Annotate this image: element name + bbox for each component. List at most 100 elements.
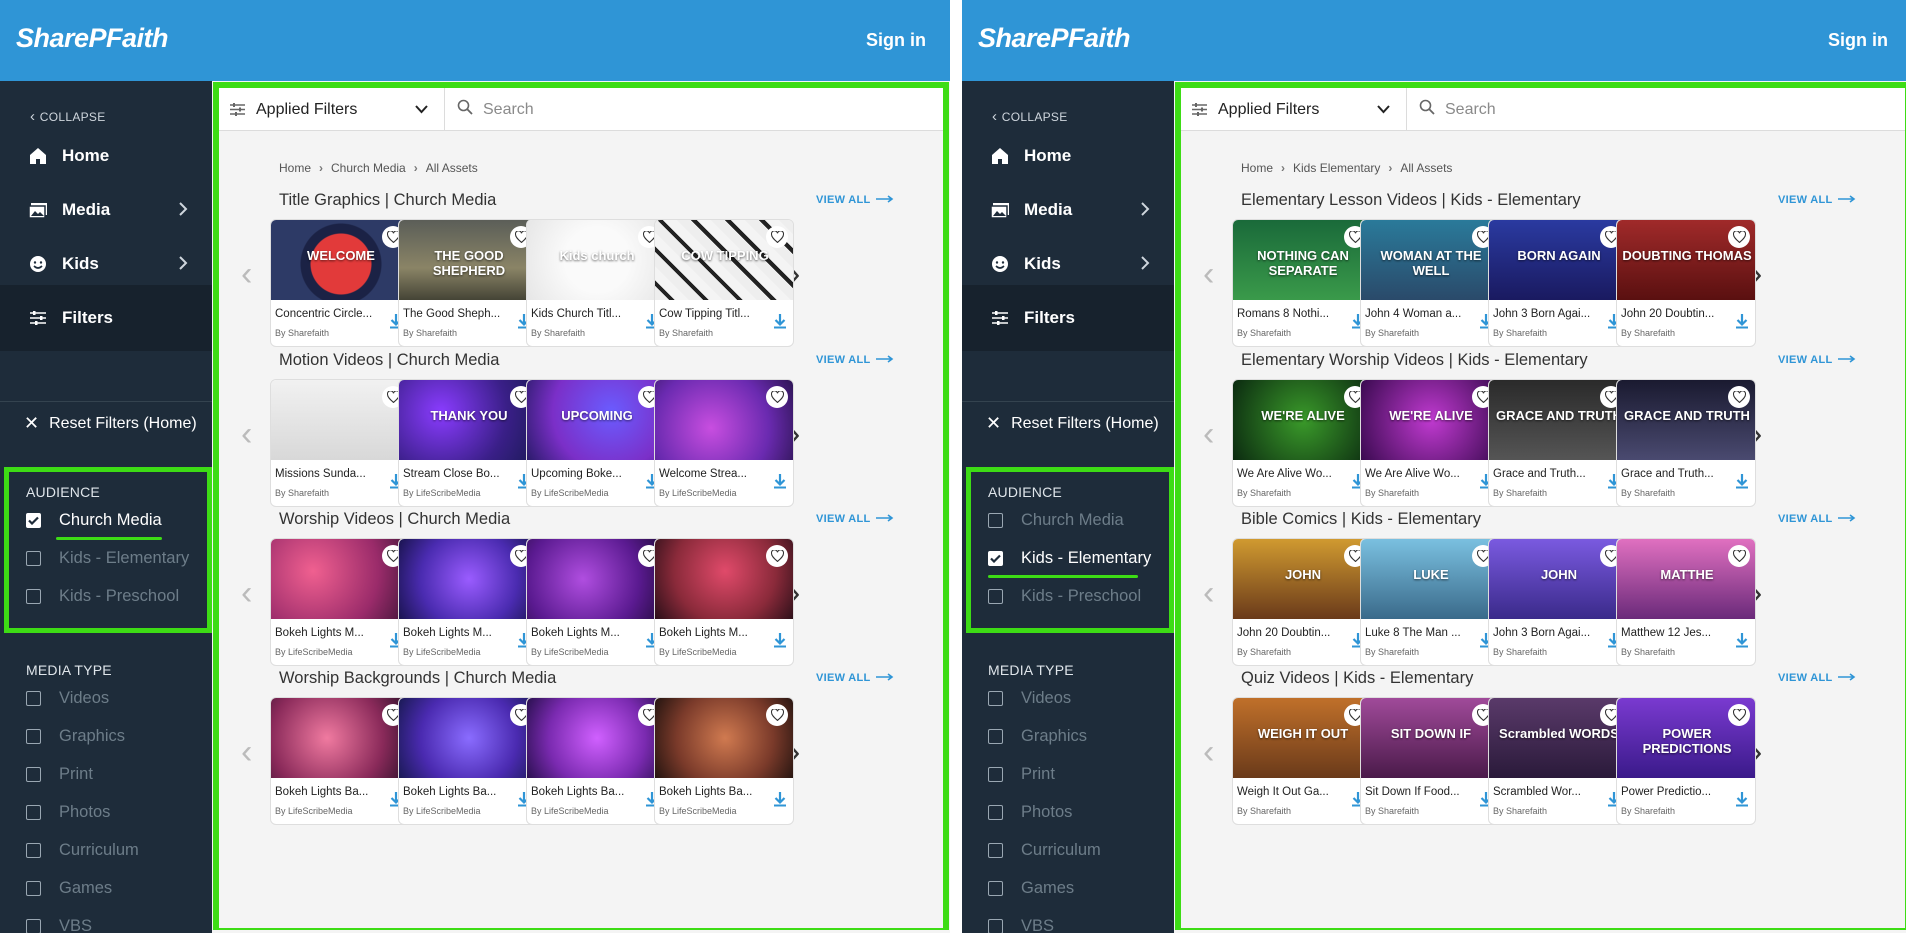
asset-card[interactable]: Kids church Kids Church Titl... By Sharefa… [526, 219, 666, 347]
logo[interactable]: SharePFaith [16, 23, 169, 54]
download-icon[interactable] [1735, 313, 1749, 334]
media-type-option[interactable]: VBS [26, 917, 92, 933]
view-all-link[interactable]: VIEW ALL [816, 513, 894, 525]
media-type-option[interactable]: Graphics [26, 727, 125, 746]
logo[interactable]: SharePFaith [978, 23, 1131, 54]
asset-name[interactable]: Concentric Circle... [275, 308, 383, 320]
asset-card[interactable]: MATTHE Matthew 12 Jes... By Sharefaith [1616, 538, 1756, 666]
media-type-option[interactable]: Print [26, 765, 93, 784]
asset-card[interactable]: Welcome Strea... By LifeScribeMedia [654, 379, 794, 507]
asset-card[interactable]: WOMAN AT THE WELL John 4 Woman a... By Sha… [1360, 219, 1500, 347]
asset-thumbnail[interactable]: THE GOOD SHEPHERD [399, 220, 537, 300]
heart-icon[interactable] [766, 226, 788, 248]
asset-thumbnail[interactable]: DOUBTING THOMAS [1617, 220, 1755, 300]
asset-name[interactable]: Bokeh Lights Ba... [275, 786, 383, 798]
asset-card[interactable]: THANK YOU Stream Close Bo... By LifeScribe… [398, 379, 538, 507]
carousel-prev-button[interactable]: ‹ [241, 576, 252, 610]
asset-name[interactable]: Bokeh Lights Ba... [531, 786, 639, 798]
asset-name[interactable]: Grace and Truth... [1621, 468, 1729, 480]
asset-thumbnail[interactable] [655, 380, 793, 460]
asset-card[interactable]: Bokeh Lights Ba... By LifeScribeMedia [526, 697, 666, 825]
asset-card[interactable]: THE GOOD SHEPHERD The Good Sheph... By Sha… [398, 219, 538, 347]
checkbox[interactable] [988, 729, 1003, 744]
download-icon[interactable] [1735, 632, 1749, 653]
download-icon[interactable] [1735, 791, 1749, 812]
media-type-option[interactable]: Print [988, 765, 1055, 784]
checkbox[interactable] [26, 843, 41, 858]
applied-filters-dropdown[interactable]: Applied Filters [219, 88, 445, 131]
asset-card[interactable]: Bokeh Lights Ba... By LifeScribeMedia [270, 697, 410, 825]
checkbox[interactable] [988, 767, 1003, 782]
search-input[interactable] [483, 100, 883, 119]
asset-name[interactable]: John 4 Woman a... [1365, 308, 1473, 320]
media-type-option[interactable]: Photos [988, 803, 1072, 822]
asset-thumbnail[interactable] [399, 698, 537, 778]
download-icon[interactable] [773, 791, 787, 812]
checkbox[interactable] [988, 843, 1003, 858]
view-all-link[interactable]: VIEW ALL [816, 354, 894, 366]
carousel-prev-button[interactable]: ‹ [241, 735, 252, 769]
download-icon[interactable] [773, 313, 787, 334]
asset-thumbnail[interactable]: NOTHING CAN SEPARATE [1233, 220, 1371, 300]
asset-thumbnail[interactable]: MATTHE [1617, 539, 1755, 619]
asset-name[interactable]: Romans 8 Nothi... [1237, 308, 1345, 320]
asset-card[interactable]: Bokeh Lights M... By LifeScribeMedia [398, 538, 538, 666]
media-type-option[interactable]: Graphics [988, 727, 1087, 746]
asset-name[interactable]: Missions Sunda... [275, 468, 383, 480]
asset-card[interactable]: Scrambled WORDS Scrambled Wor... By Sharef… [1488, 697, 1628, 825]
asset-thumbnail[interactable]: WE'RE ALIVE [1233, 380, 1371, 460]
asset-card[interactable]: WE'RE ALIVE We Are Alive Wo... By Sharefai… [1232, 379, 1372, 507]
asset-name[interactable]: Power Predictio... [1621, 786, 1729, 798]
breadcrumb-item[interactable]: Kids Elementary [1293, 161, 1380, 175]
download-icon[interactable] [773, 632, 787, 653]
media-type-option[interactable]: Curriculum [26, 841, 139, 860]
asset-card[interactable]: Bokeh Lights M... By LifeScribeMedia [270, 538, 410, 666]
checkbox[interactable] [26, 729, 41, 744]
heart-icon[interactable] [1728, 545, 1750, 567]
heart-icon[interactable] [766, 386, 788, 408]
asset-name[interactable]: Bokeh Lights M... [659, 627, 767, 639]
view-all-link[interactable]: VIEW ALL [1778, 354, 1856, 366]
heart-icon[interactable] [1728, 704, 1750, 726]
asset-name[interactable]: John 20 Doubtin... [1237, 627, 1345, 639]
asset-name[interactable]: John 3 Born Agai... [1493, 308, 1601, 320]
heart-icon[interactable] [1728, 226, 1750, 248]
asset-thumbnail[interactable]: SIT DOWN IF [1361, 698, 1499, 778]
asset-card[interactable]: DOUBTING THOMAS John 20 Doubtin... By Shar… [1616, 219, 1756, 347]
asset-thumbnail[interactable] [527, 698, 665, 778]
asset-name[interactable]: Stream Close Bo... [403, 468, 511, 480]
view-all-link[interactable]: VIEW ALL [816, 672, 894, 684]
asset-card[interactable]: WELCOME Concentric Circle... By Sharefaith [270, 219, 410, 347]
checkbox[interactable] [988, 919, 1003, 933]
checkbox[interactable] [988, 805, 1003, 820]
heart-icon[interactable] [766, 704, 788, 726]
asset-name[interactable]: Weigh It Out Ga... [1237, 786, 1345, 798]
asset-thumbnail[interactable]: GRACE AND TRUTH [1489, 380, 1627, 460]
asset-card[interactable]: NOTHING CAN SEPARATE Romans 8 Nothi... By … [1232, 219, 1372, 347]
checkbox[interactable] [26, 767, 41, 782]
view-all-link[interactable]: VIEW ALL [1778, 672, 1856, 684]
carousel-prev-button[interactable]: ‹ [1203, 257, 1214, 291]
asset-card[interactable]: Bokeh Lights M... By LifeScribeMedia [654, 538, 794, 666]
asset-card[interactable]: POWER PREDICTIONS Power Predictio... By Sh… [1616, 697, 1756, 825]
asset-name[interactable]: We Are Alive Wo... [1365, 468, 1473, 480]
asset-name[interactable]: Bokeh Lights M... [403, 627, 511, 639]
asset-thumbnail[interactable]: JOHN [1233, 539, 1371, 619]
heart-icon[interactable] [1728, 386, 1750, 408]
asset-name[interactable]: Bokeh Lights Ba... [403, 786, 511, 798]
media-type-option[interactable]: VBS [988, 917, 1054, 933]
asset-name[interactable]: Upcoming Boke... [531, 468, 639, 480]
asset-name[interactable]: Kids Church Titl... [531, 308, 639, 320]
asset-card[interactable]: JOHN John 3 Born Agai... By Sharefaith [1488, 538, 1628, 666]
sidebar-item-filters[interactable]: Filters [0, 285, 212, 351]
media-type-option[interactable]: Games [26, 879, 112, 898]
asset-thumbnail[interactable]: UPCOMING [527, 380, 665, 460]
asset-name[interactable]: Luke 8 The Man ... [1365, 627, 1473, 639]
asset-thumbnail[interactable]: WELCOME [271, 220, 409, 300]
media-type-option[interactable]: Games [988, 879, 1074, 898]
asset-thumbnail[interactable] [271, 539, 409, 619]
asset-name[interactable]: Scrambled Wor... [1493, 786, 1601, 798]
media-type-option[interactable]: Curriculum [988, 841, 1101, 860]
breadcrumb-item[interactable]: Home [279, 161, 311, 175]
checkbox[interactable] [26, 881, 41, 896]
